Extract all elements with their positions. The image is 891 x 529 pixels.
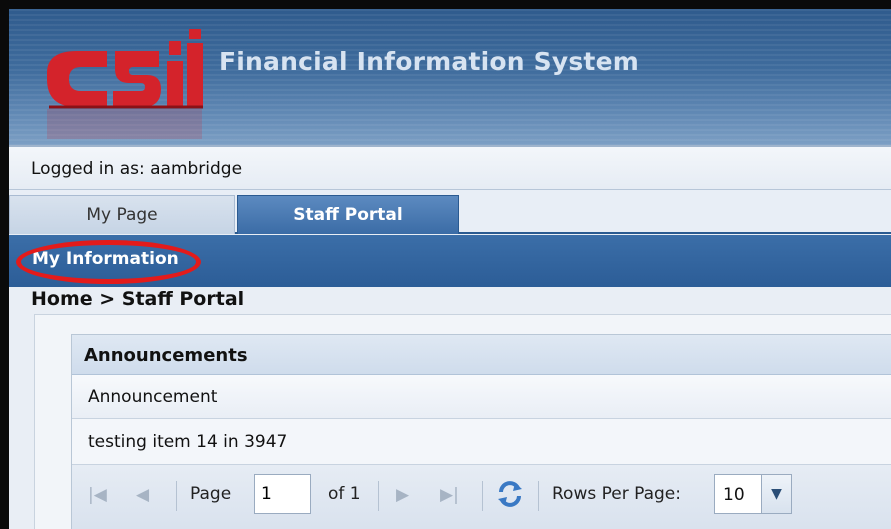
page-of-label: of 1 [328, 484, 361, 504]
refresh-icon[interactable] [495, 479, 525, 509]
screenshot-frame: Financial Information System Logged in a… [0, 0, 891, 529]
breadcrumb: Home > Staff Portal [31, 288, 245, 310]
app-title: Financial Information System [219, 47, 639, 76]
prev-page-icon[interactable]: ◀ [136, 485, 149, 505]
grid-column-header[interactable]: Announcement [72, 375, 891, 419]
app-header: Financial Information System [9, 9, 891, 145]
announcements-grid: Announcements Announcement testing item … [71, 334, 891, 529]
first-page-icon[interactable]: |◀ [88, 485, 107, 505]
table-row[interactable]: testing item 14 in 3947 [72, 419, 891, 465]
app-window: Financial Information System Logged in a… [9, 9, 891, 529]
chevron-down-icon[interactable]: ▼ [761, 475, 791, 513]
announcement-cell: testing item 14 in 3947 [88, 432, 288, 452]
csii-logo-icon [47, 29, 203, 139]
pager-separator [176, 481, 177, 511]
logged-in-label: Logged in as: aambridge [31, 159, 243, 179]
sub-navigation-bar: My Information [9, 235, 891, 287]
rows-per-page-label: Rows Per Page: [552, 484, 681, 504]
login-status-bar: Logged in as: aambridge [9, 145, 891, 190]
pager-separator [538, 481, 539, 511]
red-highlight-circle [16, 240, 201, 284]
page-number-input[interactable] [254, 474, 311, 514]
tab-my-page[interactable]: My Page [9, 195, 235, 234]
column-header-announcement[interactable]: Announcement [88, 387, 217, 407]
grid-pager: |◀ ◀ Page of 1 ▶ ▶| Rows Per Page: [72, 465, 891, 529]
page-label: Page [190, 484, 232, 504]
grid-title: Announcements [84, 345, 248, 366]
rows-per-page-value: 10 [723, 485, 745, 505]
main-tabs: My Page Staff Portal [9, 190, 891, 234]
grid-title-bar: Announcements [72, 335, 891, 375]
pager-separator [378, 481, 379, 511]
pager-separator [482, 481, 483, 511]
last-page-icon[interactable]: ▶| [440, 485, 459, 505]
next-page-icon[interactable]: ▶ [396, 485, 409, 505]
rows-per-page-select[interactable]: 10 ▼ [714, 474, 792, 514]
tab-staff-portal[interactable]: Staff Portal [237, 195, 459, 234]
